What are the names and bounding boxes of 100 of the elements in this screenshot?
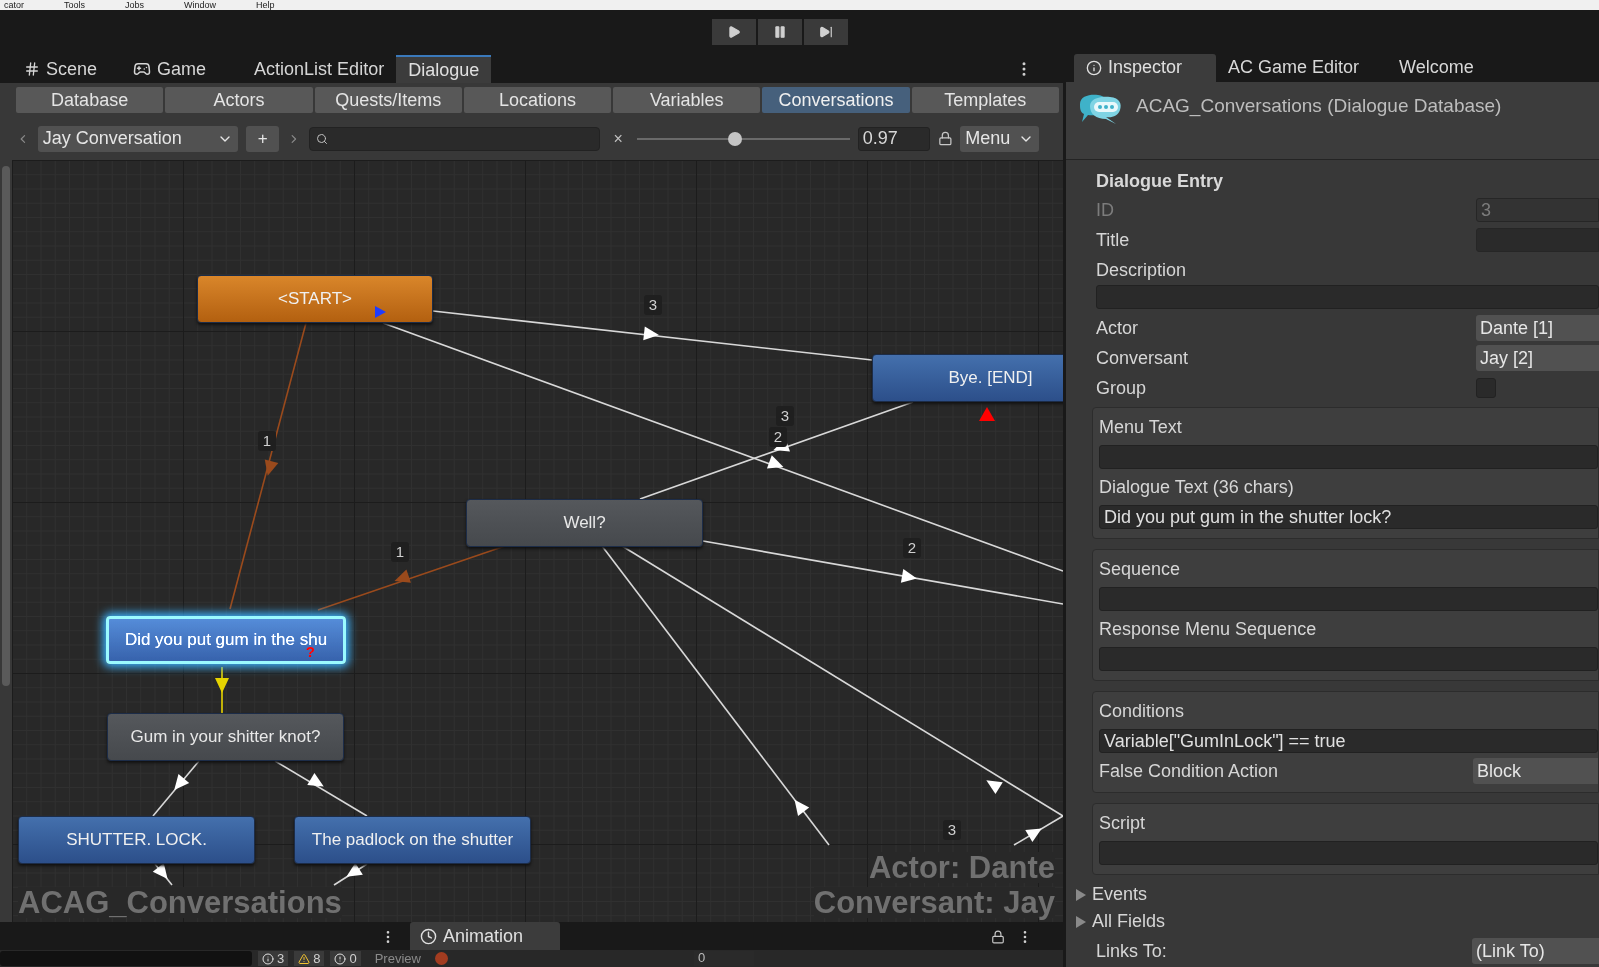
node-canvas[interactable]: 3 1 1 3 2 2 3 <START> Bye. [END] Well? Did you put gum in the shu ? Gum in your shitter knot? SHUTTER. LOCK. The padlock on the shutter ACAG_Conversations Actor: Dante Conversant: Jay (12, 160, 1063, 922)
menu-item[interactable]: Window (184, 0, 217, 10)
dialogue-node[interactable]: SHUTTER. LOCK. (18, 816, 255, 864)
editor-tab[interactable]: Dialogue (396, 55, 492, 83)
section-heading: Dialogue Entry (1096, 169, 1224, 193)
inspector-title: ACAG_Conversations (Dialogue Database) (1136, 93, 1502, 119)
field-label: ID (1096, 199, 1114, 220)
link-number: 2 (769, 427, 787, 447)
menu-item[interactable]: cator (4, 0, 24, 10)
canvas-title: ACAG_Conversations (18, 887, 342, 918)
warning-icon (298, 952, 311, 965)
clear-button[interactable]: × (607, 126, 629, 151)
dialogue-node[interactable]: The padlock on the shutter (294, 816, 531, 864)
field-label: Conversant (1096, 347, 1189, 368)
menu-item[interactable]: Help (256, 0, 275, 10)
editor-tab[interactable]: Game (121, 55, 219, 83)
text-field[interactable]: Did you put gum in the shutter lock? (1099, 505, 1598, 529)
dropdown[interactable]: Block (1473, 758, 1598, 784)
console-count[interactable]: 3 (258, 951, 289, 966)
menu-dropdown[interactable]: Menu (960, 125, 1039, 152)
inspector-tab[interactable]: Welcome (1387, 53, 1486, 82)
field-label: Description (1096, 258, 1187, 282)
database-tab[interactable]: Conversations (762, 87, 910, 113)
play-button[interactable] (711, 18, 756, 45)
database-tab[interactable]: Locations (463, 87, 612, 113)
text-field[interactable]: Variable["GumInLock"] == true (1099, 729, 1598, 753)
actor-caption: Actor: Dante (869, 852, 1055, 883)
database-tab[interactable]: Database (16, 87, 164, 113)
lock-icon[interactable] (937, 131, 953, 146)
field-label: False Condition Action (1099, 759, 1280, 783)
field-label: Conditions (1099, 699, 1185, 723)
field-label: Response Menu Sequence (1099, 617, 1317, 641)
console-count[interactable]: 0 (330, 951, 361, 966)
triangle-icon (979, 407, 995, 421)
dropdown[interactable]: Jay [2] (1476, 345, 1599, 371)
play-icon (726, 24, 741, 39)
field-label: Menu Text (1099, 415, 1182, 439)
search-field[interactable] (309, 126, 600, 151)
foldout[interactable]: Events (1076, 881, 1599, 908)
inspector-tab[interactable]: Inspector (1074, 53, 1216, 82)
field-label: Title (1096, 229, 1130, 250)
pause-button[interactable] (757, 18, 802, 45)
console-count[interactable]: 8 (294, 951, 325, 966)
search-icon (316, 132, 329, 145)
gamepad-icon (133, 60, 152, 78)
dialogue-node[interactable]: Gum in your shitter knot? (107, 713, 344, 761)
field-label: Sequence (1099, 557, 1181, 581)
text-field[interactable] (1099, 587, 1598, 611)
scrollbar[interactable] (2, 166, 10, 686)
link-number: 3 (776, 406, 794, 426)
link-number: 1 (391, 542, 409, 562)
conversation-dropdown[interactable]: Jay Conversation (37, 125, 239, 152)
condition-marker: ? (305, 644, 315, 659)
connector[interactable] (215, 666, 229, 714)
triangle-icon (374, 306, 386, 318)
link-number: 2 (903, 538, 921, 558)
text-field[interactable] (1099, 841, 1598, 865)
preview-button[interactable]: Preview (374, 952, 421, 965)
pause-icon (772, 24, 787, 39)
alert-icon (262, 952, 274, 965)
editor-tab[interactable]: ActionList Editor (242, 55, 397, 83)
info-icon (1086, 59, 1102, 76)
animation-tab[interactable]: Animation (410, 922, 560, 950)
zoom-field[interactable]: 0.97 (857, 126, 930, 151)
field-label: Actor (1096, 317, 1138, 338)
link-number: 3 (644, 295, 662, 315)
menu-item[interactable]: Tools (64, 0, 86, 10)
link-number: 3 (943, 820, 961, 840)
text-field[interactable] (1099, 445, 1598, 469)
connector[interactable] (152, 862, 173, 886)
field-label: Links To: (1096, 939, 1168, 963)
link-number: 1 (258, 431, 276, 451)
database-tab[interactable]: Templates (911, 87, 1059, 113)
editor-tab[interactable]: Scene (12, 55, 110, 83)
step-icon (818, 24, 833, 39)
inspector-tab[interactable]: AC Game Editor (1216, 53, 1372, 82)
menu-item[interactable]: Jobs (125, 0, 145, 10)
database-tab[interactable]: Actors (165, 87, 313, 113)
alert-icon (334, 952, 347, 965)
lock-icon[interactable] (991, 930, 1005, 944)
triangle-icon (1076, 888, 1086, 901)
clock-icon (420, 927, 437, 945)
triangle-icon (1076, 915, 1086, 928)
grid-icon (24, 61, 40, 77)
text-field[interactable] (1099, 647, 1598, 671)
dialogue-node[interactable]: Did you put gum in the shu ? (106, 616, 346, 664)
dropdown[interactable]: Dante [1] (1476, 315, 1599, 341)
database-tab[interactable]: Variables (613, 87, 761, 113)
conversant-caption: Conversant: Jay (813, 887, 1055, 918)
field-label: Group (1096, 377, 1147, 398)
dialogue-node[interactable]: Well? (466, 499, 703, 547)
step-button[interactable] (803, 18, 848, 45)
slider-thumb[interactable] (727, 131, 742, 146)
dropdown[interactable]: (Link To) (1472, 938, 1599, 964)
field-label: Dialogue Text (36 chars) (1099, 475, 1294, 499)
foldout[interactable]: All Fields (1076, 908, 1599, 935)
database-tab[interactable]: Quests/Items (314, 87, 462, 113)
field-label: Script (1099, 811, 1145, 835)
add-button[interactable]: + (246, 125, 280, 152)
zoom-slider[interactable] (636, 130, 850, 147)
